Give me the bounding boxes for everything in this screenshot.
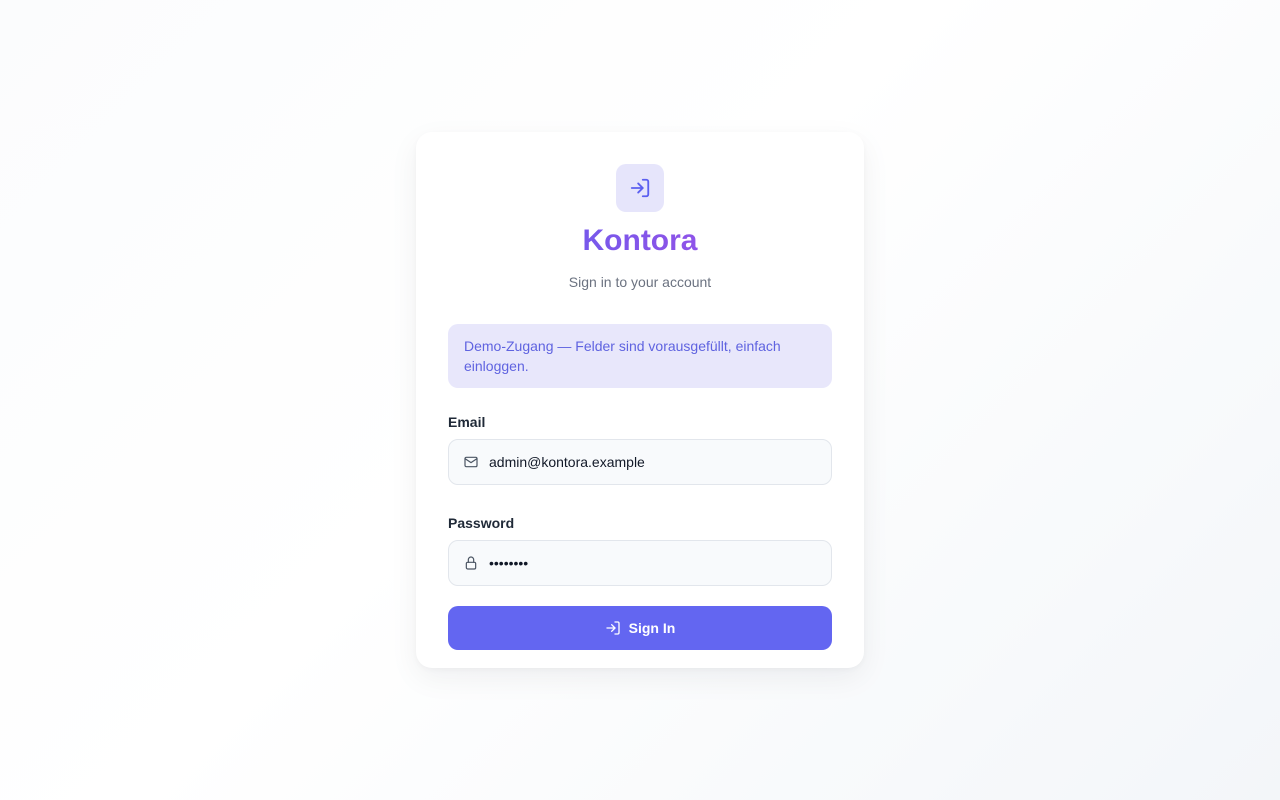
brand-title: Kontora xyxy=(448,224,832,258)
logo-badge xyxy=(616,164,664,212)
email-field-wrapper xyxy=(448,439,832,485)
password-field-wrapper xyxy=(448,540,832,586)
log-in-icon xyxy=(605,621,620,635)
email-label: Email xyxy=(448,414,486,430)
login-card: Kontora Sign in to your account Demo-Zug… xyxy=(416,132,864,668)
password-input[interactable] xyxy=(489,541,819,585)
lock-icon xyxy=(465,556,477,570)
demo-notice-text: Demo-Zugang — Felder sind vorausgefüllt,… xyxy=(464,338,781,374)
page-subtitle: Sign in to your account xyxy=(568,274,712,290)
sign-in-label: Sign In xyxy=(628,620,676,636)
mail-icon xyxy=(464,456,478,468)
log-in-icon xyxy=(630,178,650,198)
sign-in-button[interactable]: Sign In xyxy=(448,606,832,650)
password-label: Password xyxy=(448,515,515,531)
demo-notice: Demo-Zugang — Felder sind vorausgefüllt,… xyxy=(448,324,832,388)
email-input[interactable] xyxy=(489,440,819,484)
